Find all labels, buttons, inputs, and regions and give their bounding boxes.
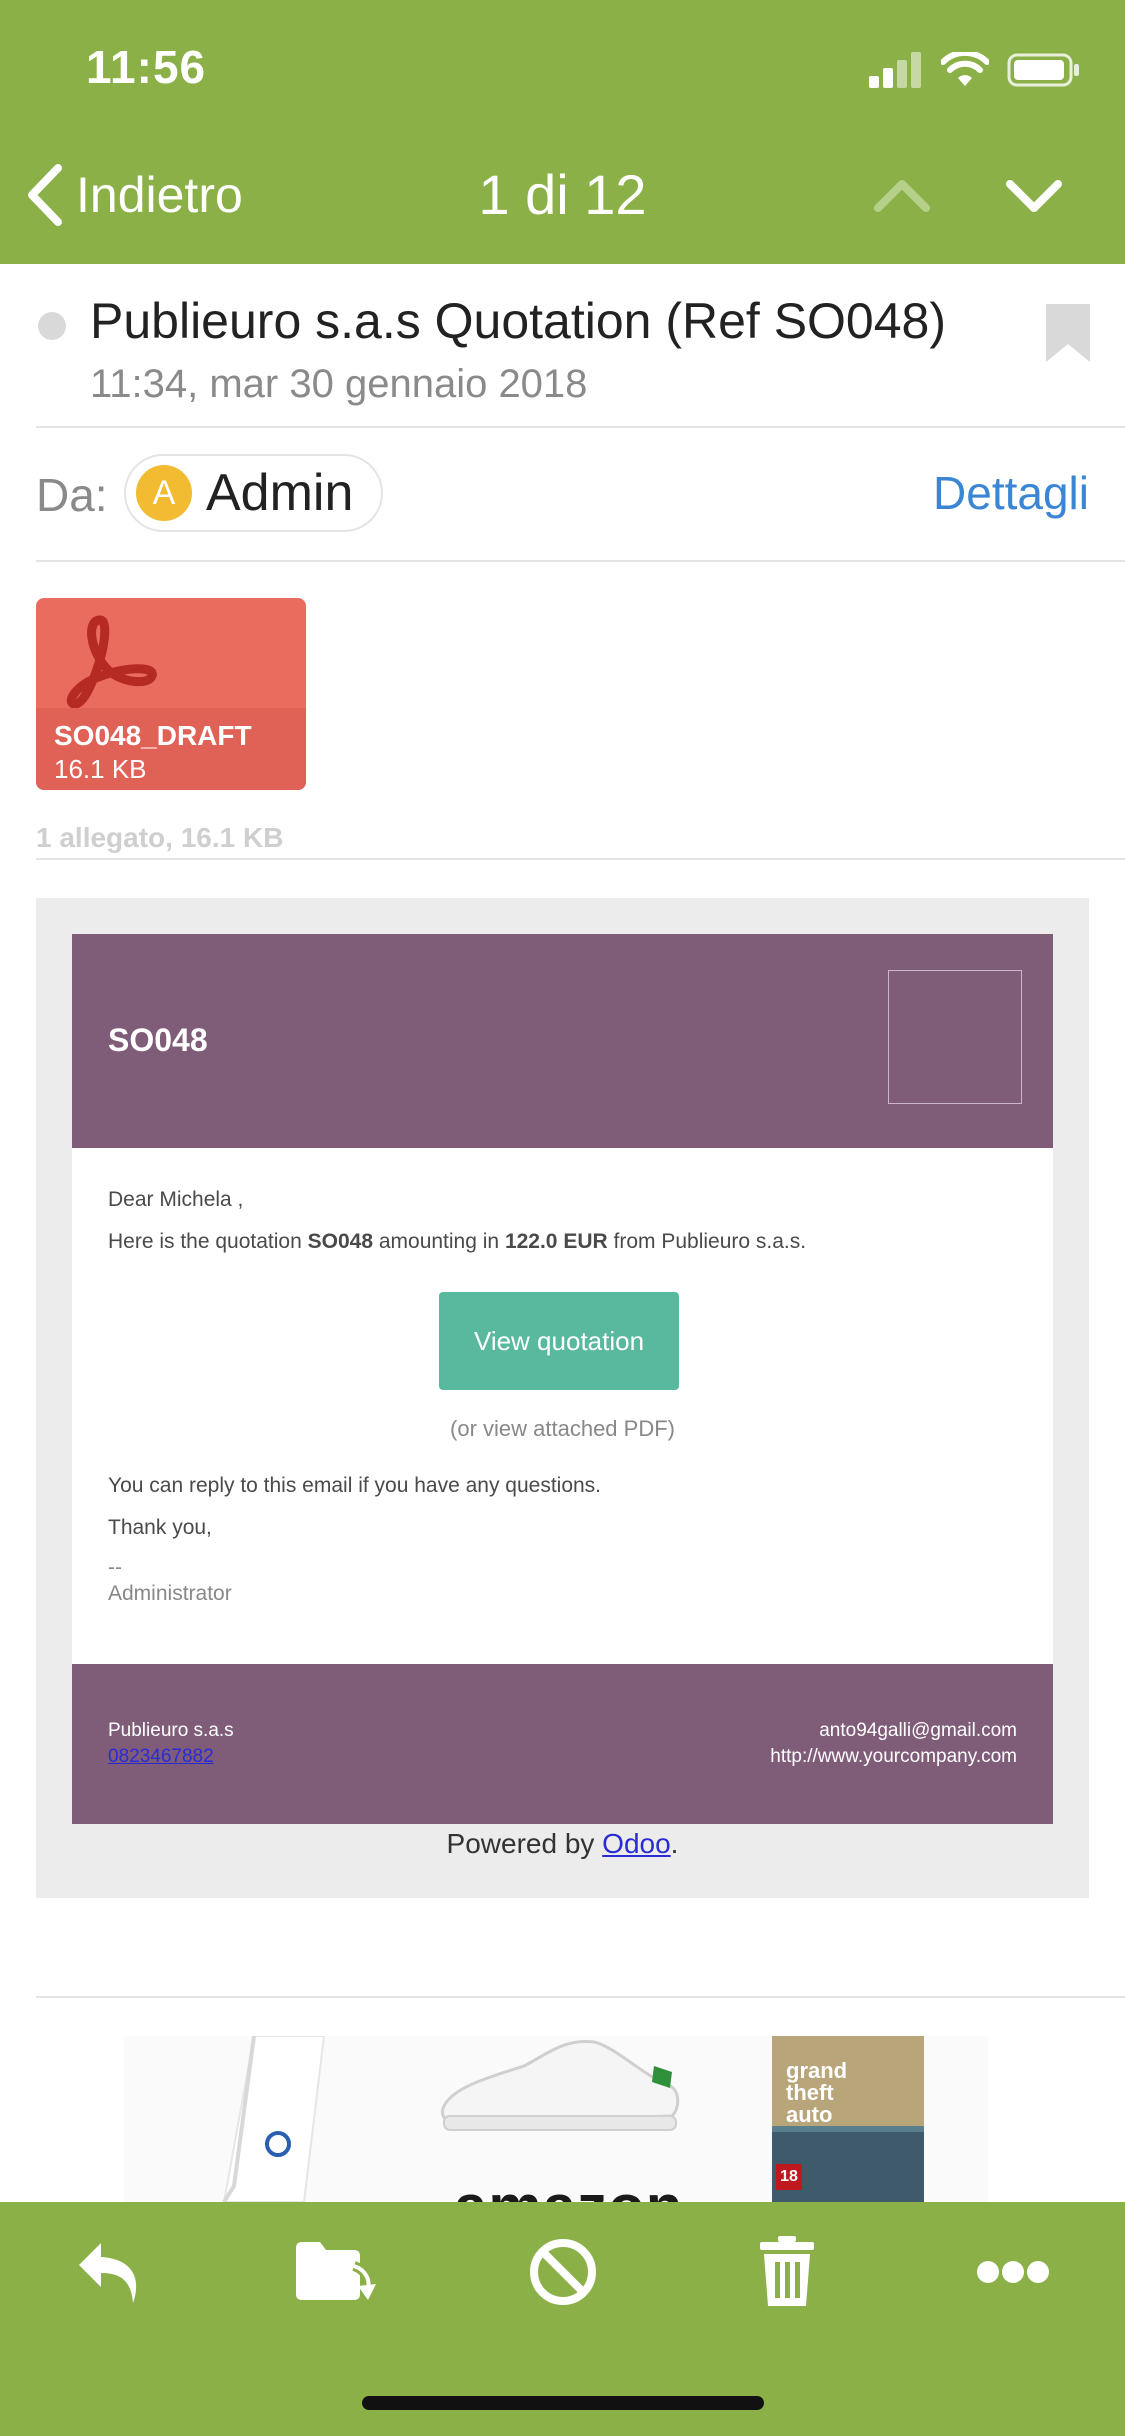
sender-chip[interactable]: A Admin (124, 454, 384, 532)
divider (36, 858, 1125, 860)
status-time: 11:56 (86, 41, 207, 93)
folder-move-icon (296, 2242, 376, 2300)
trash-icon (760, 2236, 814, 2306)
reply-button[interactable] (64, 2232, 154, 2312)
more-button[interactable] (968, 2232, 1058, 2312)
previous-message-button[interactable] (872, 170, 932, 220)
message-counter: 1 di 12 (478, 163, 647, 226)
sender-name: Admin (206, 464, 354, 522)
divider (36, 560, 1125, 562)
email-content: Dear Michela , Here is the quotation SO0… (72, 1148, 1053, 1664)
signature: Administrator (108, 1582, 232, 1605)
footer-company: Publieuro s.a.s (108, 1720, 234, 1741)
ad-wordmark: amazon (454, 2172, 683, 2202)
wifi-extender-image (222, 2036, 326, 2202)
details-link[interactable]: Dettagli (933, 466, 1089, 520)
message-date: 11:34, mar 30 gennaio 2018 (90, 362, 588, 406)
message-subject: Publieuro s.a.s Quotation (Ref SO048) (90, 293, 947, 349)
reply-icon (79, 2243, 137, 2303)
reply-note: You can reply to this email if you have … (108, 1474, 602, 1497)
chevron-up-icon (874, 180, 930, 212)
battery-icon (1007, 53, 1079, 87)
chevron-down-icon (1006, 180, 1062, 212)
sneaker-image (440, 2039, 680, 2131)
from-label: Da: (36, 469, 108, 521)
wifi-icon (941, 52, 989, 86)
avatar: A (136, 465, 192, 521)
company-logo (888, 970, 1022, 1104)
spam-button[interactable] (518, 2232, 608, 2312)
greeting: Dear Michela , (108, 1188, 244, 1211)
attachment-tile[interactable]: SO048_DRAFT 16.1 KB (36, 598, 306, 790)
attachment-summary: 1 allegato, 16.1 KB (36, 822, 284, 853)
move-button[interactable] (290, 2232, 380, 2312)
signal-icon (869, 52, 921, 88)
age-rating-badge: 18 (776, 2164, 802, 2190)
more-icon (977, 2261, 1049, 2283)
powered-by: Powered by Odoo. (446, 1828, 679, 1859)
delete-button[interactable] (742, 2232, 832, 2312)
intro-amount: 122.0 EUR (504, 1230, 608, 1253)
divider (36, 1996, 1125, 1998)
status-icons (869, 50, 1081, 90)
divider (36, 426, 1125, 428)
bookmark-icon[interactable] (1046, 304, 1090, 362)
intro-line: Here is the quotation SO048 amounting in… (108, 1230, 807, 1253)
odoo-link[interactable]: Odoo (602, 1828, 671, 1859)
email-header: SO048 (72, 934, 1053, 1148)
footer-email[interactable]: anto94galli@gmail.com (819, 1720, 1017, 1742)
attachment-size: 16.1 KB (54, 754, 147, 784)
footer-phone-link[interactable]: 0823467882 (108, 1746, 214, 1768)
top-bar: 11:56 Indietro 1 di 12 (0, 0, 1125, 264)
email-card: SO048 Dear Michela , Here is the quotati… (72, 934, 1053, 1824)
block-icon (530, 2239, 596, 2305)
attachment-name: SO048_DRAFT (54, 720, 252, 751)
pdf-icon (66, 615, 157, 708)
game-title: grand theft auto (786, 2058, 848, 2127)
footer-website[interactable]: http://www.yourcompany.com (770, 1746, 1017, 1768)
ad-banner[interactable]: amazon grand theft auto 18 (124, 2036, 988, 2202)
intro-ref: SO048 (307, 1230, 374, 1253)
quotation-ref: SO048 (108, 1022, 208, 1058)
view-quotation-button[interactable]: View quotation (439, 1292, 679, 1390)
email-footer: Publieuro s.a.s 0823467882 anto94galli@g… (72, 1664, 1053, 1824)
game-cover-image: grand theft auto 18 (772, 2036, 924, 2202)
view-pdf-note: (or view attached PDF) (450, 1416, 675, 1441)
unread-indicator[interactable] (38, 312, 66, 340)
signature-separator: -- (108, 1556, 122, 1579)
next-message-button[interactable] (1004, 170, 1064, 220)
thanks: Thank you, (108, 1516, 212, 1539)
home-indicator[interactable] (362, 2396, 764, 2410)
email-body: SO048 Dear Michela , Here is the quotati… (36, 898, 1089, 1898)
